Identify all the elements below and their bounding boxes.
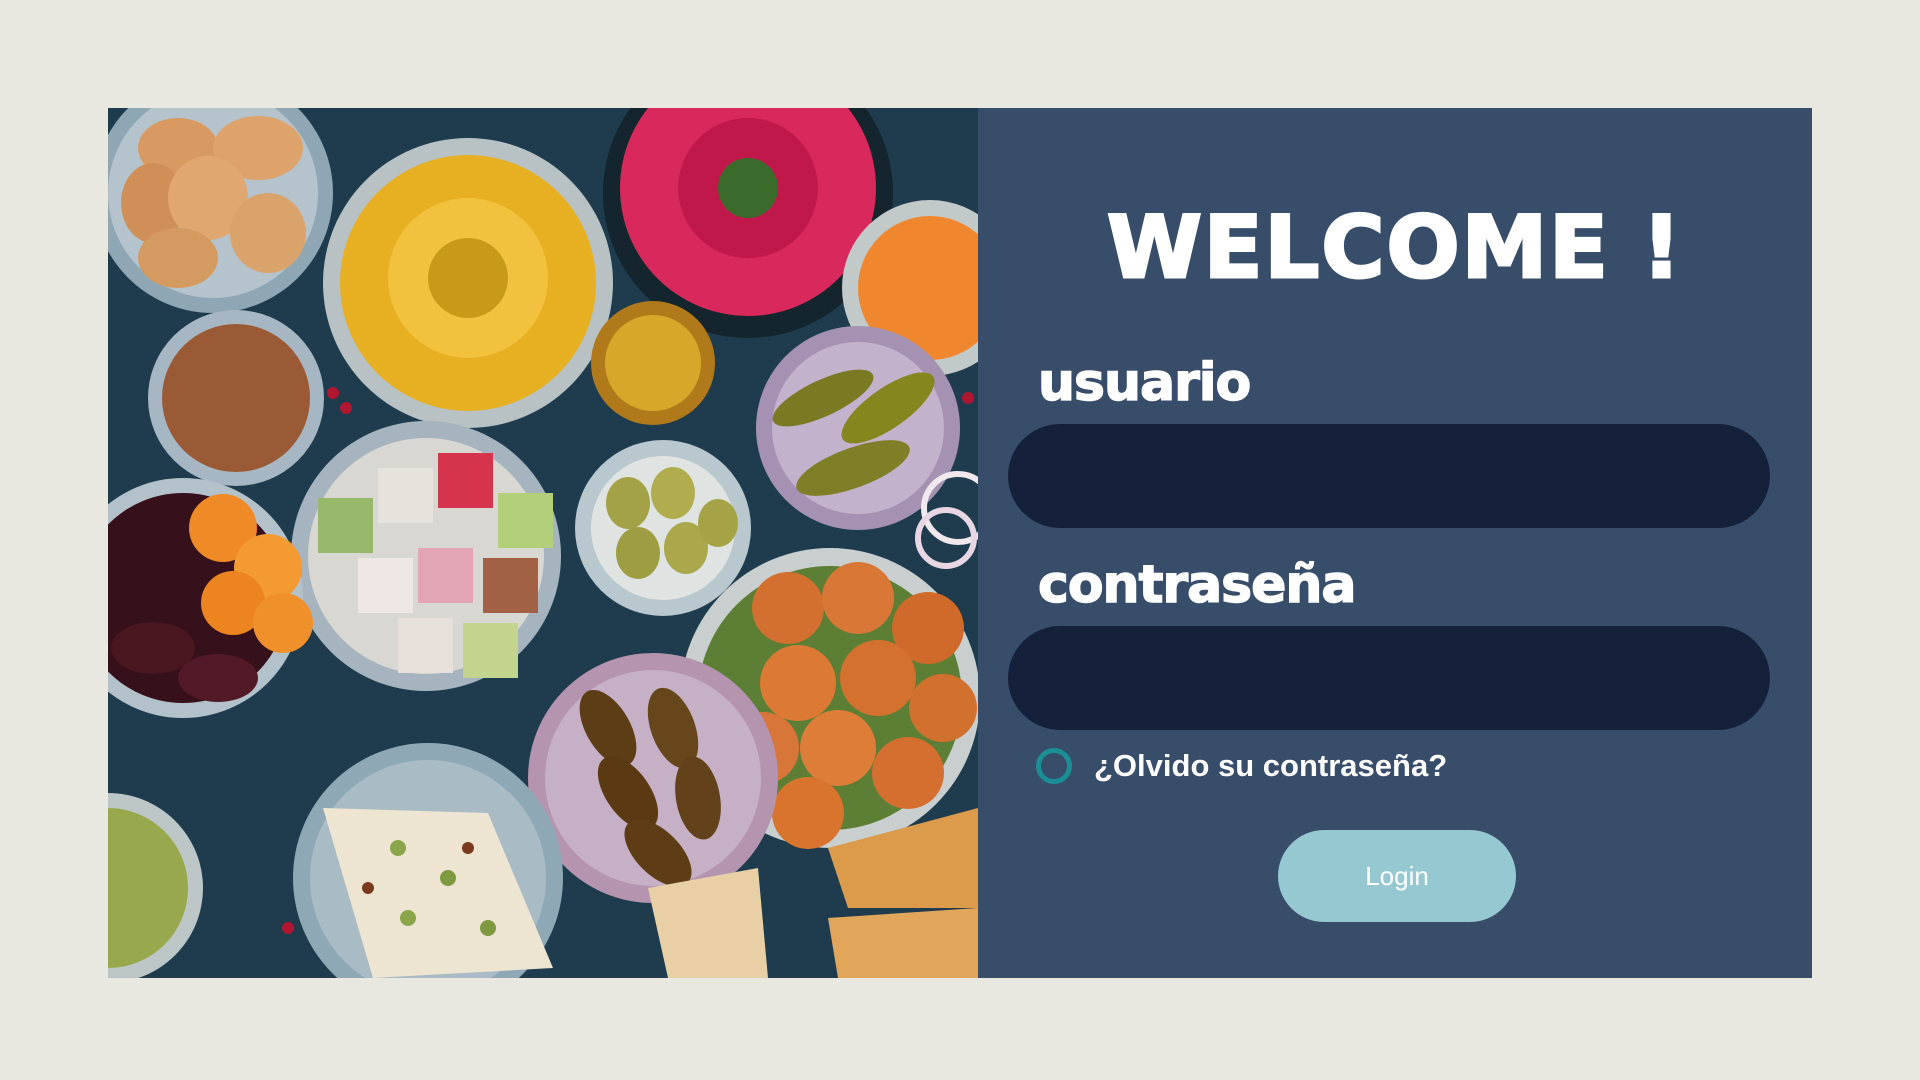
login-card: WELCOME ! usuario contraseña ¿Olvido su … [108,108,1812,978]
password-label: contraseña [1037,554,1357,616]
username-input[interactable] [1008,424,1770,528]
username-label: usuario [1037,352,1252,414]
login-panel: WELCOME ! usuario contraseña ¿Olvido su … [978,108,1812,978]
forgot-password-radio[interactable] [1036,748,1072,784]
forgot-password-label[interactable]: ¿Olvido su contraseña? [1094,748,1447,784]
password-input[interactable] [1008,626,1770,730]
forgot-password-option[interactable]: ¿Olvido su contraseña? [1036,748,1447,784]
welcome-heading: WELCOME ! [1105,197,1684,300]
food-photo [108,108,978,978]
mezze-image [108,108,978,978]
login-button[interactable]: Login [1278,830,1516,922]
